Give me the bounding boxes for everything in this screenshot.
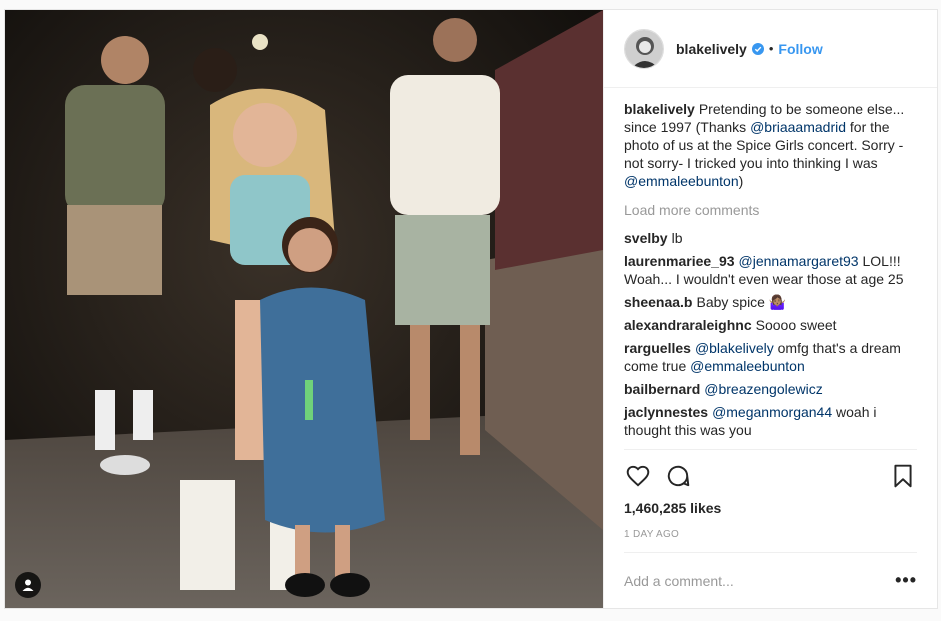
load-more-comments-button[interactable]: Load more comments: [624, 201, 917, 219]
comment-username[interactable]: rarguelles: [624, 340, 691, 356]
avatar[interactable]: [624, 28, 664, 69]
post-actions: 1,460,285 likes 1 DAY AGO: [624, 449, 917, 540]
person-tag-icon[interactable]: [15, 572, 41, 598]
comment-mention[interactable]: @meganmorgan44: [712, 404, 832, 420]
follow-button[interactable]: Follow: [778, 41, 822, 57]
verified-badge-icon: [751, 42, 764, 55]
post-card: blakelively • Follow blakelively Pretendi…: [4, 9, 938, 609]
comment-text: Soooo sweet: [755, 317, 837, 333]
post-side-panel: blakelively • Follow blakelively Pretendi…: [603, 10, 937, 608]
comment-username[interactable]: svelby: [624, 230, 668, 246]
comment-emoji: 🤷🏽‍♀️: [768, 294, 787, 310]
comment-mention[interactable]: @jennamargaret93: [739, 253, 859, 269]
action-icons-row: [624, 456, 917, 496]
add-comment-bar: •••: [624, 552, 917, 608]
comment-item: bailbernard @breazengolewicz: [624, 380, 917, 398]
post-age: 1 DAY AGO: [624, 529, 680, 540]
comment-text: lb: [671, 230, 683, 246]
comment-username[interactable]: sheenaa.b: [624, 294, 692, 310]
caption-text: ): [738, 173, 744, 189]
comment-mention[interactable]: @emmaleebunton: [690, 358, 805, 374]
add-comment-input[interactable]: [624, 572, 896, 589]
comment-item: rarguelles @blakelively omfg that's a dre…: [624, 339, 917, 375]
comment-username[interactable]: bailbernard: [624, 381, 700, 397]
comment-item: sheenaa.b Baby spice 🤷🏽‍♀️: [624, 293, 917, 311]
post-photo[interactable]: [5, 10, 603, 608]
heart-icon[interactable]: [624, 462, 652, 490]
comment-item: laurenmariee_93 @jennamargaret93 LOL!!! W…: [624, 252, 917, 288]
separator-dot: •: [768, 41, 774, 56]
comment-username[interactable]: jaclynnestes: [624, 404, 708, 420]
comment-item: jaclynnestes @meganmorgan44 woah i though…: [624, 403, 917, 439]
comment-item: alexandraraleighnc Soooo sweet: [624, 316, 917, 334]
likes-count[interactable]: 1,460,285 likes: [624, 500, 917, 516]
comment-text: Baby spice: [696, 294, 769, 310]
comment-mention[interactable]: @breazengolewicz: [704, 381, 823, 397]
caption-mention[interactable]: @briaaamadrid: [750, 119, 846, 135]
more-options-icon[interactable]: •••: [895, 570, 917, 591]
concert-photo-image: [5, 10, 603, 608]
post-caption: blakelively Pretending to be someone else…: [624, 100, 917, 190]
comment-item: svelby lb: [624, 229, 917, 247]
post-header: blakelively • Follow: [604, 10, 937, 88]
comment-list: blakelively Pretending to be someone else…: [604, 88, 937, 449]
comment-username[interactable]: laurenmariee_93: [624, 253, 735, 269]
post-username[interactable]: blakelively: [676, 41, 747, 57]
caption-mention[interactable]: @emmaleebunton: [624, 173, 739, 189]
comment-mention[interactable]: @blakelively: [695, 340, 774, 356]
comment-bubble-icon[interactable]: [664, 462, 692, 490]
caption-username[interactable]: blakelively: [624, 101, 695, 117]
comment-username[interactable]: alexandraraleighnc: [624, 317, 752, 333]
bookmark-icon[interactable]: [889, 462, 917, 490]
